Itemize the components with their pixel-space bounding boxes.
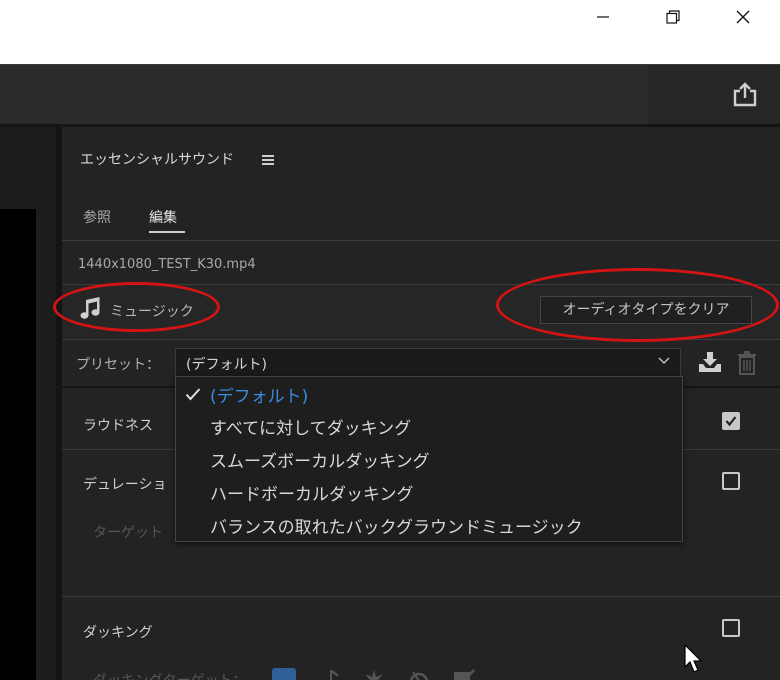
minimize-button[interactable] [580, 0, 626, 34]
ducking-target-dialogue-button[interactable] [272, 668, 296, 680]
minimize-icon [597, 16, 609, 18]
share-button[interactable] [648, 65, 780, 125]
panel-title: エッセンシャルサウンド [80, 152, 234, 168]
trash-icon[interactable] [737, 351, 757, 375]
highlight-ellipse-clear [496, 268, 779, 342]
chevron-down-icon [658, 357, 670, 365]
clip-filename: 1440x1080_TEST_K30.mp4 [78, 257, 256, 272]
checkmark-icon [185, 388, 201, 401]
preset-option-duck-all[interactable]: すべてに対してダッキング [210, 414, 411, 439]
highlight-ellipse-music [53, 282, 220, 332]
divider [62, 596, 780, 597]
window-title-bar [0, 0, 780, 64]
checkmark-icon [725, 416, 737, 427]
ducking-label: ダッキング [83, 625, 153, 641]
ducking-target-unassigned-icon[interactable] [452, 668, 476, 680]
duration-target-label: ターゲット [93, 525, 163, 541]
active-tab-indicator [149, 231, 185, 233]
ducking-target-ambience-icon[interactable] [407, 668, 431, 680]
restore-button[interactable] [650, 0, 696, 34]
panel-menu-icon[interactable] [262, 155, 274, 165]
loudness-checkbox[interactable] [722, 412, 740, 430]
mouse-cursor-icon [684, 644, 703, 673]
tab-browse[interactable]: 参照 [83, 207, 111, 227]
close-button[interactable] [720, 0, 766, 34]
preset-dropdown-list: (デフォルト) すべてに対してダッキング スムーズボーカルダッキング ハードボー… [175, 376, 683, 542]
save-preset-icon[interactable] [698, 351, 722, 373]
preset-select[interactable]: (デフォルト) [175, 348, 681, 378]
restore-icon [666, 10, 680, 24]
preset-option-default[interactable]: (デフォルト) [210, 382, 308, 407]
ducking-target-label: ダッキングターゲット： [93, 670, 247, 680]
share-icon [733, 82, 757, 107]
duration-label: デュレーショ [83, 477, 167, 493]
left-panel [0, 124, 56, 680]
preset-option-balanced-bg[interactable]: バランスの取れたバックグラウンドミュージック [210, 513, 583, 538]
ducking-checkbox[interactable] [722, 619, 740, 637]
divider [62, 240, 780, 241]
loudness-label: ラウドネス [83, 418, 153, 434]
preset-option-hard-vocal[interactable]: ハードボーカルダッキング [210, 480, 414, 505]
close-icon [736, 10, 750, 24]
video-preview [0, 209, 36, 680]
preset-selected-value: (デフォルト) [186, 357, 267, 373]
ducking-target-music-icon[interactable] [322, 668, 340, 680]
preset-option-smooth-vocal[interactable]: スムーズボーカルダッキング [210, 447, 430, 472]
ducking-target-sfx-icon[interactable] [362, 668, 386, 680]
tab-edit[interactable]: 編集 [149, 207, 177, 227]
preset-label: プリセット： [76, 357, 160, 373]
duration-checkbox[interactable] [722, 472, 740, 490]
app-header [0, 64, 780, 125]
